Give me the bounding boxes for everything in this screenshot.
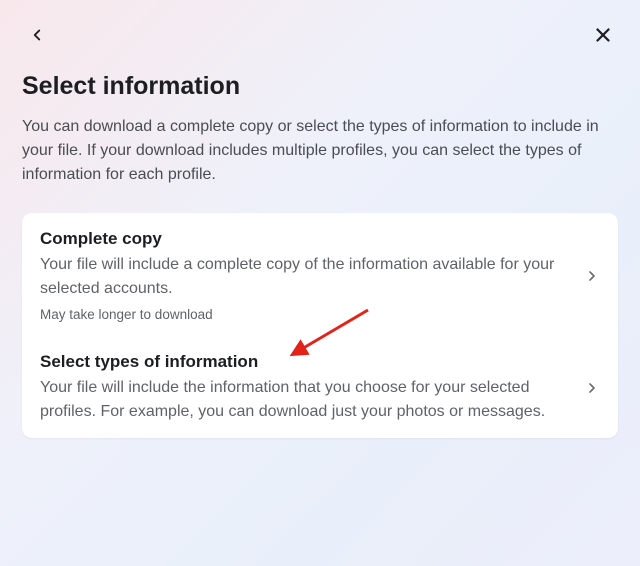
chevron-right-icon (584, 380, 600, 396)
option-body: Select types of information Your file wi… (40, 352, 584, 424)
chevron-right-icon (584, 268, 600, 284)
page-title: Select information (22, 72, 618, 101)
back-button[interactable] (22, 20, 52, 50)
option-title: Complete copy (40, 229, 570, 249)
page-subtitle: You can download a complete copy or sele… (22, 115, 618, 187)
close-icon (592, 24, 614, 46)
option-select-types[interactable]: Select types of information Your file wi… (22, 336, 618, 438)
option-description: Your file will include a complete copy o… (40, 253, 570, 301)
option-note: May take longer to download (40, 307, 570, 322)
option-complete-copy[interactable]: Complete copy Your file will include a c… (22, 213, 618, 336)
option-description: Your file will include the information t… (40, 376, 570, 424)
options-card: Complete copy Your file will include a c… (22, 213, 618, 438)
header-row (22, 20, 618, 50)
option-body: Complete copy Your file will include a c… (40, 229, 584, 322)
option-title: Select types of information (40, 352, 570, 372)
close-button[interactable] (588, 20, 618, 50)
content-area: Select information You can download a co… (22, 72, 618, 438)
chevron-left-icon (28, 26, 46, 44)
